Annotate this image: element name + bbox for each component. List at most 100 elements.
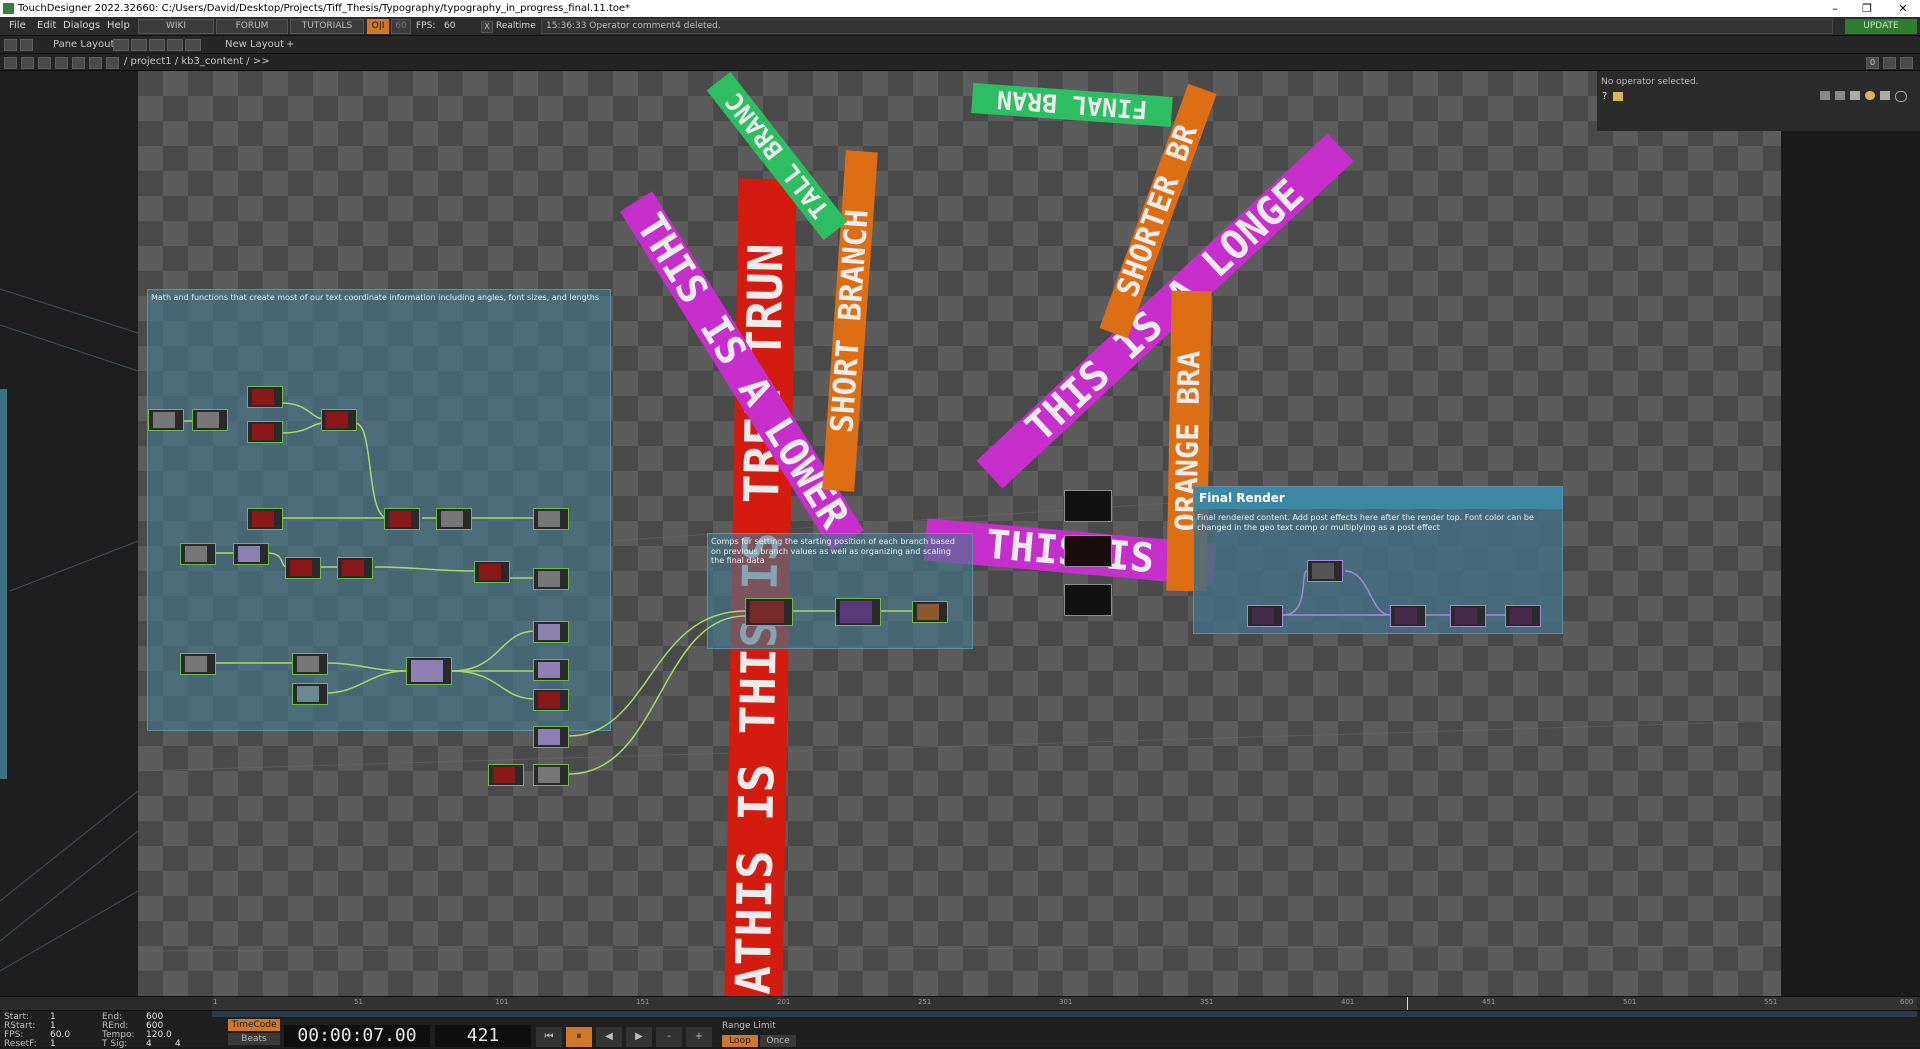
layout-four-icon[interactable] [185,39,201,51]
menu-dialogs[interactable]: Dialogs [63,17,100,35]
timeline-bar[interactable]: 1 51 101 151 201 251 301 351 401 451 501… [0,996,1920,1011]
render-node-2[interactable] [1307,560,1343,582]
rewind-to-start-button[interactable]: ⏮ [536,1027,562,1047]
once-toggle[interactable]: Once [760,1035,796,1047]
branch-node-2[interactable] [835,598,881,626]
back-icon[interactable] [38,57,51,69]
python-icon[interactable] [1613,92,1623,101]
tsig-denominator[interactable]: 4 [175,1039,181,1049]
add-icon[interactable] [1880,91,1890,100]
chop-node-11[interactable] [406,657,452,685]
pane-split-icon[interactable] [1900,57,1913,69]
chop-node-9[interactable] [292,653,328,675]
chop-node-2[interactable] [192,409,228,431]
frame-display[interactable]: 421 [435,1025,531,1047]
chop-node-15[interactable] [533,764,569,786]
network-editor[interactable]: ATHIS IS THIS IS TREE TRUN THIS IS A LON… [0,71,1920,996]
range-bar[interactable] [212,1011,1917,1017]
pane-link-icon[interactable] [20,39,33,51]
forward-icon[interactable] [55,57,68,69]
layout-three-icon[interactable] [167,39,183,51]
pane-type-icon[interactable] [21,57,34,69]
chop-node-math-7[interactable] [337,557,373,579]
chop-node-13[interactable] [533,659,569,681]
render-node-1[interactable] [1247,605,1283,627]
chop-node-math-10[interactable] [488,764,524,786]
zero-button[interactable]: 0 [1866,57,1879,69]
close-button[interactable]: ✕ [1888,0,1918,17]
timeline-tick-600: 600 [1900,998,1914,1006]
wiki-button[interactable]: WIKI [138,19,214,34]
decrement-button[interactable]: - [656,1027,682,1047]
pane-layout-label: Pane Layout [53,39,115,50]
chop-node-10[interactable] [292,683,328,705]
info-icon[interactable] [1850,91,1860,100]
fps-cap[interactable]: 60 [391,19,411,34]
new-layout-label[interactable]: New Layout [225,36,284,53]
add-layout-button[interactable]: + [286,36,294,53]
up-level-icon[interactable] [106,57,119,69]
chop-node-3[interactable] [436,508,472,530]
render-node-5[interactable] [1505,605,1541,627]
layout-single-icon[interactable] [113,39,129,51]
pane-icon[interactable] [4,39,17,51]
increment-button[interactable]: + [686,1027,712,1047]
target-icon[interactable] [1895,91,1907,102]
playhead[interactable] [1407,997,1408,1011]
pause-button[interactable]: ⏸ [566,1027,592,1047]
branch-node-1[interactable] [745,598,793,626]
oi-toggle[interactable]: O|I [367,19,389,34]
tsig-numerator[interactable]: 4 [146,1039,152,1049]
chop-node-math-3[interactable] [321,409,357,431]
menu-file[interactable]: File [9,17,26,35]
help-icon[interactable]: ? [1602,91,1607,102]
loop-toggle[interactable]: Loop [722,1035,758,1047]
chop-node-math-9[interactable] [533,689,569,711]
chop-node-math-4[interactable] [247,508,283,530]
home-icon[interactable] [72,57,85,69]
menu-help[interactable]: Help [107,17,130,35]
resetf-value[interactable]: 1 [50,1039,56,1049]
fps-value: 60 [444,21,456,31]
chop-node-math-5[interactable] [384,508,420,530]
layout-split-v-icon[interactable] [131,39,147,51]
update-button[interactable]: UPDATE [1845,19,1917,34]
render-node-4[interactable] [1450,605,1486,627]
network-path[interactable]: / project1 / kb3_content / >> [124,54,270,70]
chop-node-14[interactable] [533,726,569,748]
step-back-button[interactable]: ◀ [596,1027,622,1047]
bookmark-star-icon[interactable] [89,57,102,69]
forum-button[interactable]: FORUM [216,19,288,34]
timeline-tick-201: 201 [777,998,791,1006]
chop-node-8[interactable] [180,653,216,675]
minimize-button[interactable]: – [1820,0,1850,17]
tutorials-button[interactable]: TUTORIALS [290,19,364,34]
chop-node-math-2[interactable] [247,421,283,443]
timeline-tick-151: 151 [636,998,650,1006]
render-node-3[interactable] [1390,605,1426,627]
beats-toggle[interactable]: Beats [228,1033,280,1045]
pane-menu-icon[interactable] [4,57,17,69]
step-forward-button[interactable]: ▶ [626,1027,652,1047]
timecode-toggle[interactable]: TimeCode [228,1019,280,1031]
chop-node-math-6[interactable] [285,557,321,579]
chop-node-math-8[interactable] [474,561,510,583]
edit-icon[interactable] [1820,91,1830,100]
realtime-checkbox[interactable]: X [481,21,493,33]
branch-node-3[interactable] [912,601,948,623]
timeline-tick-1: 1 [213,998,218,1006]
comment-icon[interactable] [1835,91,1845,100]
maximize-button[interactable]: ❐ [1852,0,1882,17]
chop-node-7[interactable] [533,568,569,590]
chop-node-4[interactable] [533,508,569,530]
menu-edit[interactable]: Edit [37,17,56,35]
chop-node-1[interactable] [148,409,184,431]
layout-split-h-icon[interactable] [149,39,165,51]
chop-node-5[interactable] [180,543,216,565]
time-display[interactable]: 00:00:07.00 [284,1025,430,1047]
chop-node-12[interactable] [533,621,569,643]
view-mode-icon[interactable] [1883,57,1896,69]
chop-node-math-1[interactable] [247,386,283,408]
color-icon[interactable] [1865,91,1875,100]
chop-node-6[interactable] [233,543,269,565]
